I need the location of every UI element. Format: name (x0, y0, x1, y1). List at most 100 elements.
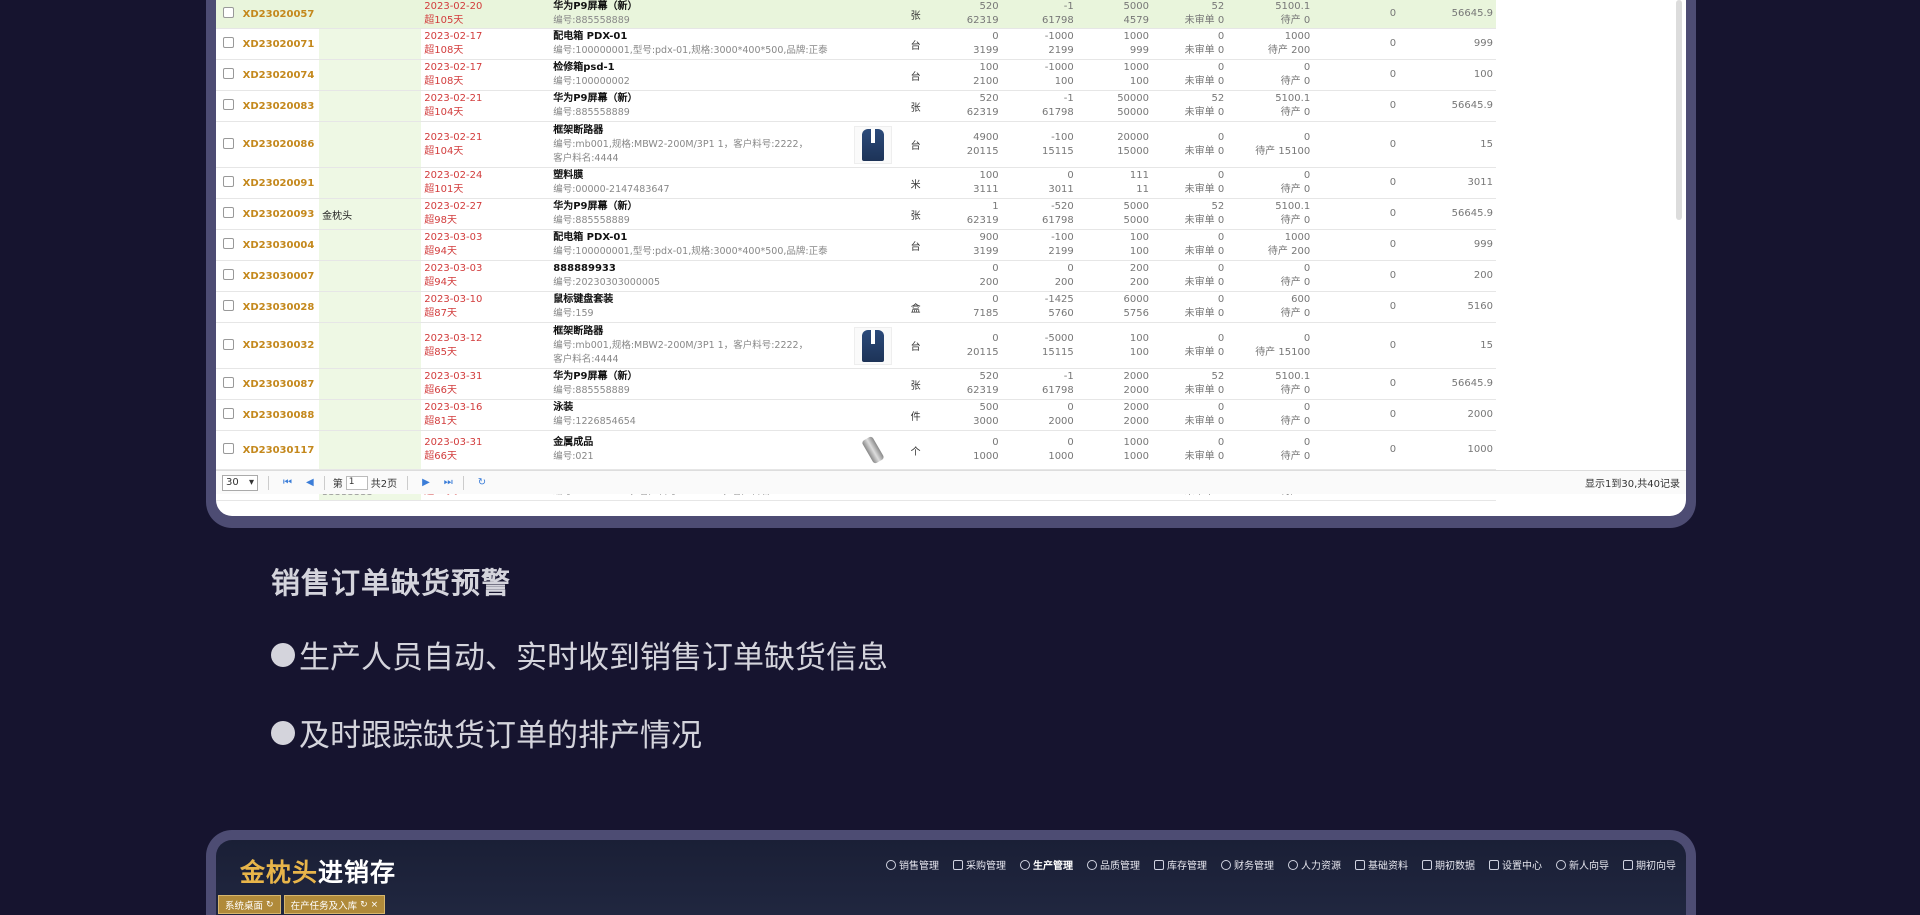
row-checkbox[interactable] (223, 207, 234, 218)
qty-g: 56645.9 (1399, 368, 1496, 400)
nav-item[interactable]: 基础资料 (1355, 857, 1408, 872)
nav-item[interactable]: 期初数据 (1422, 857, 1475, 872)
vertical-scrollbar[interactable] (1676, 0, 1682, 220)
nav-item[interactable]: 新人向导 (1556, 857, 1609, 872)
qty-d1: 0 (1217, 31, 1225, 42)
app-logo: 金枕头进销存 (240, 853, 396, 889)
row-checkbox[interactable] (223, 408, 234, 419)
qty-g: 15 (1399, 322, 1496, 369)
order-number-link[interactable]: XD23020071 (243, 39, 315, 50)
nav-icon (1020, 859, 1030, 870)
order-number-link[interactable]: XD23030088 (243, 410, 315, 421)
table-row[interactable]: XD23020083 2023-02-21 超104天 华为P9屏幕（新） 编号:885… (216, 90, 1496, 122)
tab-label: 在产任务及入库 (290, 900, 358, 912)
table-row[interactable]: XD23020091 2023-02-24 超101天 塑料膜 编号:00000-214… (216, 167, 1496, 199)
overdue-days: 超94天 (424, 277, 457, 288)
nav-item[interactable]: 人力资源 (1288, 857, 1341, 872)
row-checkbox[interactable] (223, 68, 234, 79)
table-screen: XD23020057 2023-02-20 超105天 华为P9屏幕（新） 编号:885… (216, 0, 1686, 516)
order-number-link[interactable]: XD23020093 (243, 209, 315, 220)
order-number-link[interactable]: XD23030004 (243, 240, 315, 251)
order-number-link[interactable]: XD23030117 (243, 445, 315, 456)
product-image[interactable] (854, 326, 893, 365)
tab-item[interactable]: 系统桌面 ↻ (218, 895, 281, 914)
unit: 盒 (894, 291, 938, 323)
order-number-link[interactable]: XD23020057 (243, 9, 315, 20)
close-icon[interactable]: × (371, 900, 379, 910)
order-number-link[interactable]: XD23020074 (243, 70, 315, 81)
order-number-link[interactable]: XD23020091 (243, 178, 315, 189)
last-page-icon[interactable]: ⏭ (444, 477, 453, 488)
nav-item[interactable]: 期初向导 (1623, 857, 1676, 872)
product-name: 华为P9屏幕（新） (553, 371, 638, 382)
table-row[interactable]: XD23030007 2023-03-03 超94天 888889933 编号:2023… (216, 260, 1496, 292)
nav-label: 期初数据 (1435, 861, 1475, 872)
nav-item[interactable]: 库存管理 (1154, 857, 1207, 872)
qty-a1: 0 (992, 437, 999, 448)
qty-b2: 2199 (1048, 246, 1074, 257)
order-number-link[interactable]: XD23030007 (243, 271, 315, 282)
table-row[interactable]: XD23030088 2023-03-16 超81天 泳装 编号:1226854654 件… (216, 399, 1496, 431)
product-desc: 编号:100000001,型号:pdx-01,规格:3000*400*500,品… (553, 45, 828, 56)
row-checkbox[interactable] (223, 99, 234, 110)
qty-e1: 600 (1291, 294, 1311, 305)
qty-e1: 0 (1303, 263, 1311, 274)
page-size-select[interactable]: 30 ▾ (222, 474, 258, 491)
row-checkbox[interactable] (223, 300, 234, 311)
nav-label: 品质管理 (1100, 861, 1140, 872)
order-number-link[interactable]: XD23030087 (243, 379, 315, 390)
order-number-link[interactable]: XD23030032 (243, 340, 315, 351)
refresh-icon[interactable]: ↻ (266, 900, 274, 910)
overdue-days: 超101天 (424, 184, 464, 195)
delivery-date: 2023-02-21 (424, 131, 483, 143)
table-row[interactable]: XD23030032 2023-03-12 超85天 框架断路器 编号:mb001,规格… (216, 322, 1496, 369)
unit: 台 (894, 322, 938, 369)
qty-e1: 0 (1303, 131, 1311, 143)
table-row[interactable]: XD23030117 2023-03-31 超66天 金属成品 编号:021 个 0 1000… (216, 430, 1496, 470)
table-row[interactable]: XD23020071 2023-02-17 超108天 配电箱 PDX-01 编号:10… (216, 28, 1496, 60)
next-page-icon[interactable]: ▶ (422, 477, 430, 488)
nav-item[interactable]: 生产管理 (1020, 857, 1073, 872)
table-row[interactable]: XD23020057 2023-02-20 超105天 华为P9屏幕（新） 编号:885… (216, 0, 1496, 29)
qty-d1: 52 (1211, 1, 1225, 12)
row-checkbox[interactable] (223, 377, 234, 388)
table-row[interactable]: XD23020074 2023-02-17 超108天 检修箱psd-1 编号:1000… (216, 59, 1496, 91)
qty-b1: -1 (1063, 371, 1074, 382)
nav-item[interactable]: 销售管理 (886, 857, 939, 872)
table-row[interactable]: XD23030004 2023-03-03 超94天 配电箱 PDX-01 编号:100… (216, 229, 1496, 261)
order-number-link[interactable]: XD23030028 (243, 302, 315, 313)
first-page-icon[interactable]: ⏮ (283, 477, 292, 488)
prev-page-icon[interactable]: ◀ (306, 477, 314, 488)
row-checkbox[interactable] (223, 176, 234, 187)
nav-item[interactable]: 财务管理 (1221, 857, 1274, 872)
row-checkbox[interactable] (223, 137, 234, 149)
product-desc: 编号:mb001,规格:MBW2-200M/3P1 1，客户料号:2222， (553, 138, 809, 150)
nav-item[interactable]: 采购管理 (953, 857, 1006, 872)
product-image[interactable] (854, 125, 893, 164)
qty-f: 0 (1313, 121, 1400, 168)
qty-b1: -1425 (1044, 294, 1074, 305)
table-row[interactable]: XD23020093 金枕头 2023-02-27 超98天 华为P9屏幕（新） 编号:8… (216, 198, 1496, 230)
nav-item[interactable]: 设置中心 (1489, 857, 1542, 872)
product-image[interactable] (854, 431, 892, 469)
row-checkbox[interactable] (223, 37, 234, 48)
tab-item[interactable]: 在产任务及入库 ↻ × (283, 895, 386, 914)
table-row[interactable]: XD23030087 2023-03-31 超66天 华为P9屏幕（新） 编号:8855… (216, 368, 1496, 400)
qty-g: 999 (1399, 28, 1496, 60)
refresh-icon[interactable]: ↻ (478, 477, 486, 488)
table-row[interactable]: XD23030028 2023-03-10 超87天 鼠标键盘套装 编号:159 盒 0 71… (216, 291, 1496, 323)
row-checkbox[interactable] (223, 269, 234, 280)
product-desc: 编号:100000002 (553, 76, 630, 87)
row-checkbox[interactable] (223, 338, 234, 350)
nav-item[interactable]: 品质管理 (1087, 857, 1140, 872)
order-number-link[interactable]: XD23020086 (243, 139, 315, 150)
refresh-icon[interactable]: ↻ (360, 900, 368, 910)
row-checkbox[interactable] (223, 7, 234, 18)
qty-g: 2000 (1399, 399, 1496, 431)
row-checkbox[interactable] (223, 238, 234, 249)
row-checkbox[interactable] (223, 443, 234, 454)
table-row[interactable]: XD23020086 2023-02-21 超104天 框架断路器 编号:mb001,规… (216, 121, 1496, 168)
page-number-input[interactable]: 1 (345, 475, 368, 490)
delivery-date: 2023-03-31 (424, 371, 483, 382)
order-number-link[interactable]: XD23020083 (243, 101, 315, 112)
